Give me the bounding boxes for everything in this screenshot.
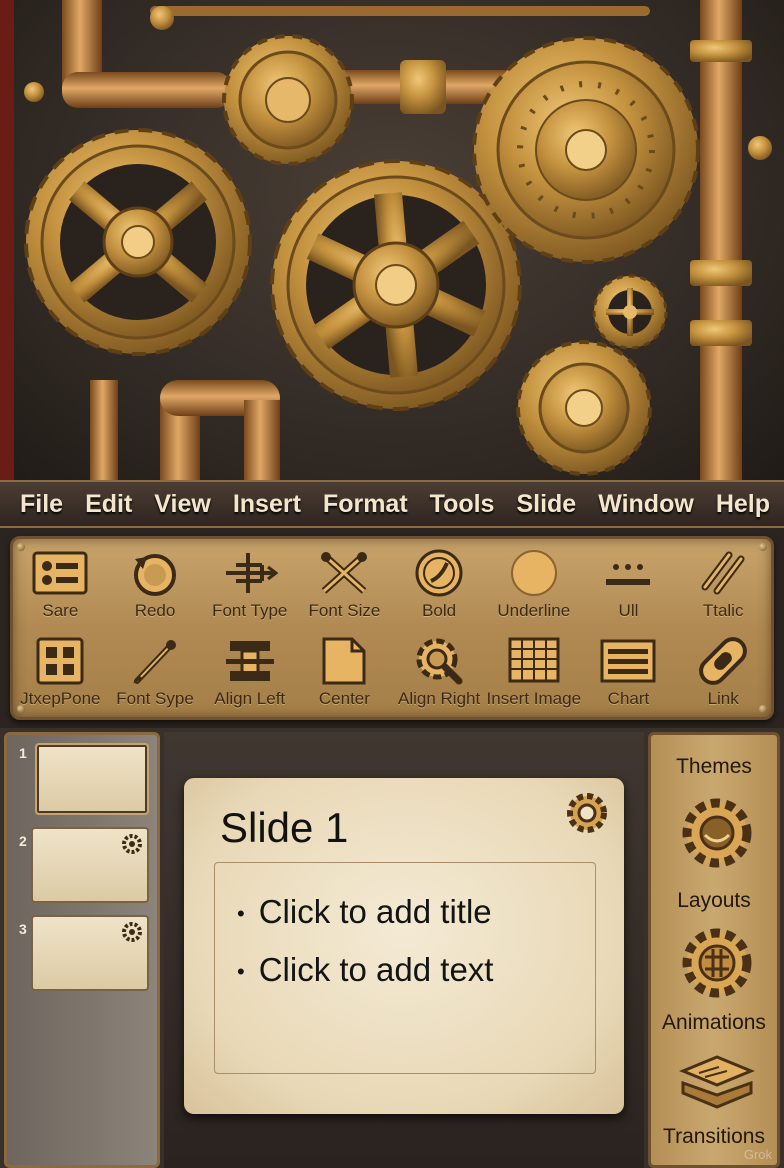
bullet-item-1[interactable]: • Click to add title	[237, 893, 492, 931]
align-left-icon	[222, 635, 278, 687]
ull-label: Ull	[618, 601, 639, 620]
menu-window[interactable]: Window	[598, 490, 694, 519]
menu-file[interactable]: File	[20, 490, 63, 519]
insert-image-button[interactable]: Insert Image	[486, 635, 581, 719]
redo-label: Redo	[134, 601, 176, 620]
slide-thumbnail-3[interactable]	[31, 915, 149, 991]
design-side-panel: Themes Layouts Animations Transitions	[648, 732, 780, 1168]
slide-thumbnail-1[interactable]	[35, 743, 149, 815]
bullet-item-2[interactable]: • Click to add text	[237, 951, 493, 989]
font-type-button[interactable]: Font Type	[202, 547, 297, 631]
italic-label: Ttalic	[702, 601, 744, 620]
menu-insert[interactable]: Insert	[233, 490, 301, 519]
slide-canvas[interactable]: Slide 1 • Click to add title • Click to ad…	[184, 778, 624, 1114]
pen-icon	[127, 635, 183, 687]
align-left-button[interactable]: Align Left	[202, 635, 297, 719]
center-icon	[316, 635, 372, 687]
menu-tools[interactable]: Tools	[430, 490, 495, 519]
font-type-label: Font Type	[212, 601, 288, 620]
save-icon	[32, 547, 88, 599]
chart-button[interactable]: Chart	[581, 635, 676, 719]
gear-machinery-illustration	[0, 0, 772, 480]
watermark: Grok	[743, 1147, 772, 1162]
layouts-gear-icon[interactable]	[679, 925, 755, 1005]
menu-slide[interactable]: Slide	[516, 490, 576, 519]
slide-number-2: 2	[19, 833, 27, 849]
link-button[interactable]: Link	[676, 635, 771, 719]
redo-icon	[127, 547, 183, 599]
jtxeppone-button[interactable]: JtxepPone	[13, 635, 108, 719]
underline-icon	[506, 547, 562, 599]
font-sype-label: Font Sype	[116, 689, 194, 708]
bold-icon	[411, 547, 467, 599]
align-left-label: Align Left	[214, 689, 286, 708]
font-type-icon	[222, 547, 278, 599]
toolbar-row-1: Sare Redo Font Type Font Size Bold Under…	[13, 547, 771, 631]
font-size-icon	[316, 547, 372, 599]
bold-button[interactable]: Bold	[392, 547, 487, 631]
center-button[interactable]: Center	[297, 635, 392, 719]
animations-label[interactable]: Animations	[651, 1011, 777, 1035]
save-button[interactable]: Sare	[13, 547, 108, 631]
ull-button[interactable]: Ull	[581, 547, 676, 631]
slide-thumbnails-panel: 1 2 3	[4, 732, 160, 1168]
jtxeppone-label: JtxepPone	[20, 689, 101, 708]
chart-icon	[600, 635, 656, 687]
save-label: Sare	[42, 601, 79, 620]
underline-label: Underline	[497, 601, 571, 620]
link-label: Link	[707, 689, 739, 708]
transitions-label[interactable]: Transitions	[651, 1125, 777, 1149]
transitions-stack-icon[interactable]	[679, 1049, 755, 1117]
content-placeholder[interactable]: • Click to add title • Click to add text	[214, 862, 596, 1074]
align-right-label: Align Right	[397, 689, 481, 708]
slide-number-3: 3	[19, 921, 27, 937]
gear-icon[interactable]	[562, 788, 612, 842]
slide-number-1: 1	[19, 745, 27, 761]
menu-format[interactable]: Format	[323, 490, 408, 519]
themes-label[interactable]: Themes	[651, 755, 777, 779]
menu-help[interactable]: Help	[716, 490, 770, 519]
align-right-icon	[411, 635, 467, 687]
font-sype-button[interactable]: Font Sype	[108, 635, 203, 719]
gear-icon	[121, 921, 143, 947]
menu-edit[interactable]: Edit	[85, 490, 132, 519]
formatting-toolbar: Sare Redo Font Type Font Size Bold Under…	[10, 536, 774, 720]
redo-button[interactable]: Redo	[108, 547, 203, 631]
underline-button[interactable]: Underline	[486, 547, 581, 631]
bold-label: Bold	[422, 601, 457, 620]
insert-image-icon	[506, 635, 562, 687]
slide-thumbnail-2[interactable]	[31, 827, 149, 903]
toolbar-row-2: JtxepPone Font Sype Align Left Center Al…	[13, 635, 771, 719]
font-size-button[interactable]: Font Size	[297, 547, 392, 631]
bullet-text: Click to add title	[258, 893, 492, 930]
font-size-label: Font Size	[308, 601, 381, 620]
link-icon	[695, 635, 751, 687]
grid-icon	[32, 635, 88, 687]
menu-bar: File Edit View Insert Format Tools Slide…	[0, 480, 784, 528]
italic-icon	[695, 547, 751, 599]
decorative-gear-header	[0, 0, 784, 480]
bullet-text: Click to add text	[258, 951, 494, 988]
align-right-button[interactable]: Align Right	[392, 635, 487, 719]
chart-label: Chart	[607, 689, 650, 708]
center-label: Center	[318, 689, 370, 708]
slide-title[interactable]: Slide 1	[220, 804, 348, 852]
italic-button[interactable]: Ttalic	[676, 547, 771, 631]
gear-icon	[121, 833, 143, 859]
layouts-label[interactable]: Layouts	[651, 889, 777, 913]
themes-gear-icon[interactable]	[679, 795, 755, 875]
ull-icon	[600, 547, 656, 599]
menu-view[interactable]: View	[154, 490, 211, 519]
insert-image-label: Insert Image	[486, 689, 582, 708]
